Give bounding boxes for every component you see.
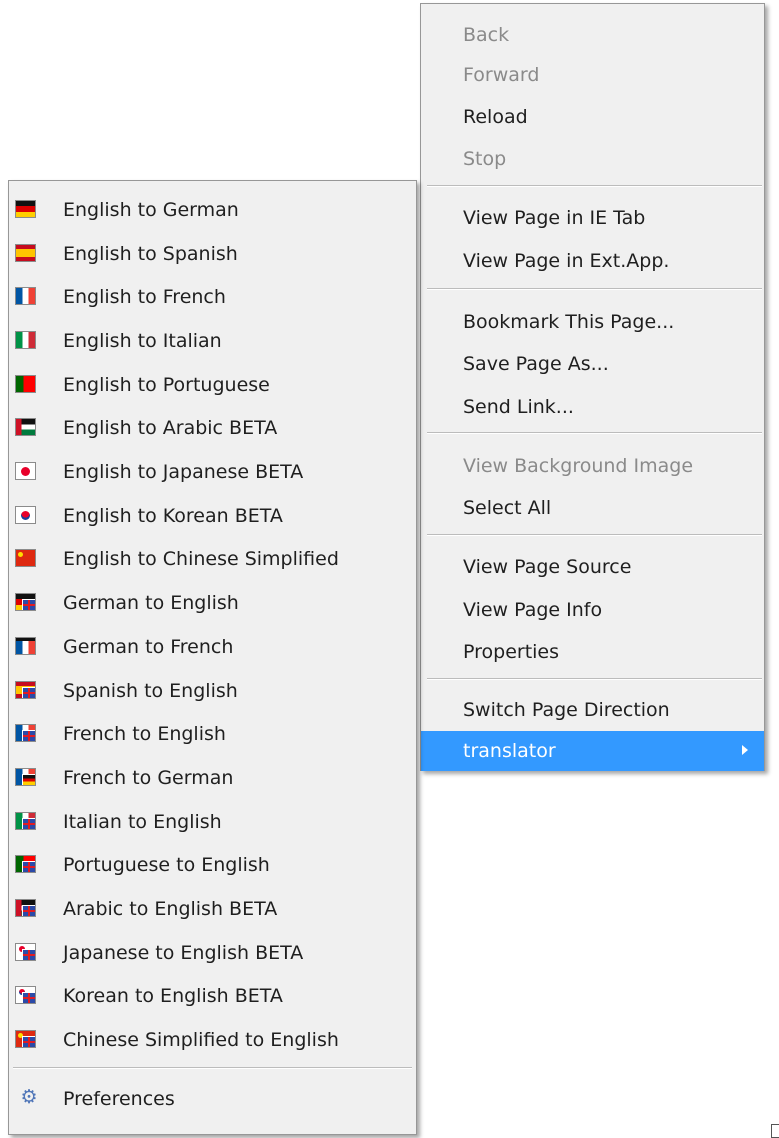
submenu-item-italian-to-english[interactable]: Italian to English bbox=[9, 802, 416, 842]
window-edge bbox=[771, 1124, 779, 1138]
gear-icon: ⚙ bbox=[20, 1086, 38, 1108]
menu-separator bbox=[427, 534, 762, 536]
flag-jp-icon bbox=[15, 462, 36, 480]
flag-kr-en-icon bbox=[15, 986, 36, 1004]
flag-pt-en-icon bbox=[15, 855, 36, 873]
menu-item-view-background-image[interactable]: View Background Image bbox=[421, 446, 764, 486]
translator-submenu: English to German English to Spanish Eng… bbox=[8, 180, 417, 1135]
menu-separator bbox=[427, 288, 762, 290]
menu-item-view-page-info[interactable]: View Page Info bbox=[421, 590, 764, 630]
menu-item-forward[interactable]: Forward bbox=[421, 55, 764, 95]
submenu-item-english-to-german[interactable]: English to German bbox=[9, 190, 416, 230]
submenu-item-preferences[interactable]: ⚙ Preferences bbox=[9, 1079, 416, 1119]
menu-item-translator[interactable]: translator bbox=[421, 731, 764, 771]
submenu-item-german-to-english[interactable]: German to English bbox=[9, 583, 416, 623]
submenu-item-english-to-spanish[interactable]: English to Spanish bbox=[9, 234, 416, 274]
menu-item-switch-page-direction[interactable]: Switch Page Direction bbox=[421, 690, 764, 730]
flag-fr-icon bbox=[15, 287, 36, 305]
flag-kr-icon bbox=[15, 506, 36, 524]
menu-item-view-page-source[interactable]: View Page Source bbox=[421, 547, 764, 587]
submenu-item-english-to-portuguese[interactable]: English to Portuguese bbox=[9, 365, 416, 405]
submenu-item-portuguese-to-english[interactable]: Portuguese to English bbox=[9, 845, 416, 885]
menu-item-send-link[interactable]: Send Link... bbox=[421, 387, 764, 427]
menu-separator bbox=[13, 1067, 412, 1069]
menu-item-view-in-ext-app[interactable]: View Page in Ext.App. bbox=[421, 241, 764, 281]
menu-item-properties[interactable]: Properties bbox=[421, 632, 764, 672]
submenu-item-english-to-french[interactable]: English to French bbox=[9, 277, 416, 317]
flag-de-icon bbox=[15, 200, 36, 218]
flag-de-en-icon bbox=[15, 593, 36, 611]
flag-ar-en-icon bbox=[15, 899, 36, 917]
submenu-item-german-to-french[interactable]: German to French bbox=[9, 627, 416, 667]
submenu-item-chinese-to-english[interactable]: Chinese Simplified to English bbox=[9, 1020, 416, 1060]
menu-item-back[interactable]: Back bbox=[421, 15, 764, 55]
flag-jp-en-icon bbox=[15, 943, 36, 961]
submenu-arrow-icon bbox=[742, 745, 748, 755]
menu-separator bbox=[427, 678, 762, 680]
submenu-item-french-to-english[interactable]: French to English bbox=[9, 714, 416, 754]
flag-es-icon bbox=[15, 244, 36, 262]
context-menu: Back Forward Reload Stop View Page in IE… bbox=[420, 3, 765, 771]
menu-item-select-all[interactable]: Select All bbox=[421, 488, 764, 528]
flag-pt-icon bbox=[15, 375, 36, 393]
submenu-item-arabic-to-english[interactable]: Arabic to English BETA bbox=[9, 889, 416, 929]
submenu-item-english-to-arabic[interactable]: English to Arabic BETA bbox=[9, 408, 416, 448]
menu-item-stop[interactable]: Stop bbox=[421, 139, 764, 179]
submenu-item-english-to-chinese[interactable]: English to Chinese Simplified bbox=[9, 539, 416, 579]
flag-cn-en-icon bbox=[15, 1030, 36, 1048]
menu-item-save-page-as[interactable]: Save Page As... bbox=[421, 344, 764, 384]
flag-fr-en-icon bbox=[15, 724, 36, 742]
flag-it-icon bbox=[15, 331, 36, 349]
flag-de-fr-icon bbox=[15, 637, 36, 655]
flag-cn-icon bbox=[15, 549, 36, 567]
submenu-item-english-to-korean[interactable]: English to Korean BETA bbox=[9, 496, 416, 536]
menu-item-bookmark-page[interactable]: Bookmark This Page... bbox=[421, 302, 764, 342]
flag-fr-de-icon bbox=[15, 768, 36, 786]
submenu-item-english-to-japanese[interactable]: English to Japanese BETA bbox=[9, 452, 416, 492]
menu-separator bbox=[427, 185, 762, 187]
submenu-item-japanese-to-english[interactable]: Japanese to English BETA bbox=[9, 933, 416, 973]
submenu-item-spanish-to-english[interactable]: Spanish to English bbox=[9, 671, 416, 711]
submenu-item-french-to-german[interactable]: French to German bbox=[9, 758, 416, 798]
menu-separator bbox=[427, 432, 762, 434]
menu-item-view-in-ie-tab[interactable]: View Page in IE Tab bbox=[421, 198, 764, 238]
submenu-item-english-to-italian[interactable]: English to Italian bbox=[9, 321, 416, 361]
menu-item-reload[interactable]: Reload bbox=[421, 97, 764, 137]
flag-ar-icon bbox=[15, 418, 36, 436]
submenu-item-korean-to-english[interactable]: Korean to English BETA bbox=[9, 976, 416, 1016]
flag-es-en-icon bbox=[15, 681, 36, 699]
flag-it-en-icon bbox=[15, 812, 36, 830]
